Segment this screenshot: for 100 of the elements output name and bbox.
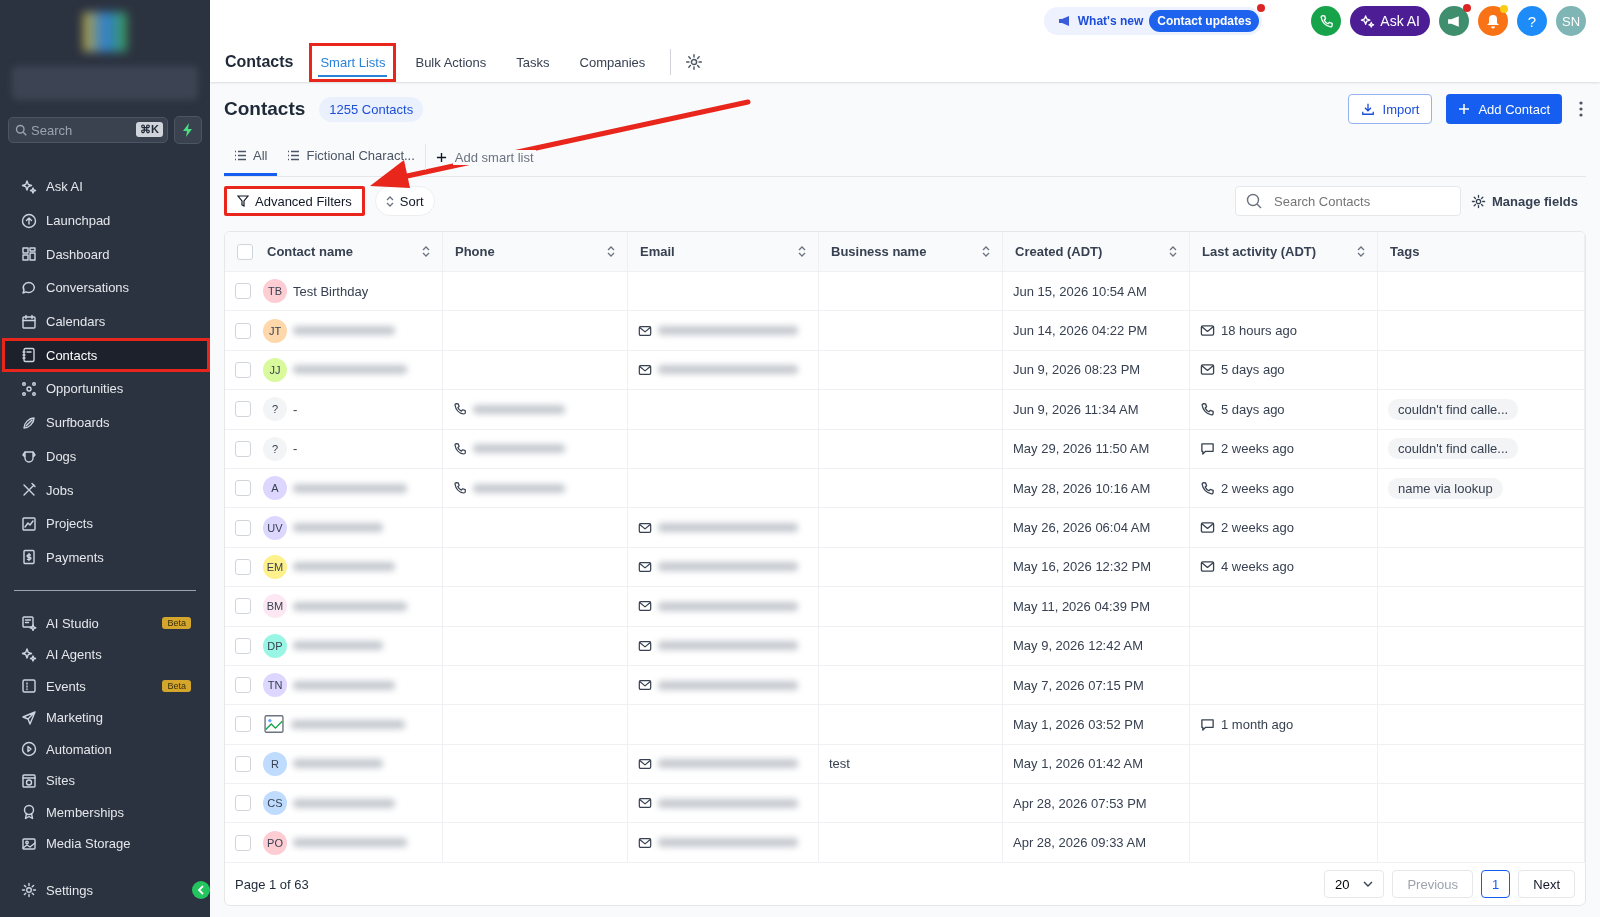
announcements-button[interactable] [1439, 6, 1469, 36]
notifications-button[interactable] [1478, 6, 1508, 36]
megaphone-icon [1446, 14, 1462, 28]
sort-icon[interactable] [422, 246, 430, 257]
row-checkbox[interactable] [235, 480, 251, 497]
blurred-logo [83, 12, 127, 52]
nav-tab[interactable]: Companies [568, 42, 657, 82]
search-contacts-field[interactable]: Search Contacts [1235, 186, 1462, 216]
sidebar-item[interactable]: Opportunities [2, 372, 210, 406]
import-button[interactable]: Import [1347, 94, 1433, 124]
sidebar-item[interactable]: Payments [2, 540, 210, 575]
chevron-left-icon [197, 885, 205, 896]
column-header[interactable]: Last activity (ADT) [1190, 232, 1378, 272]
add-contact-button[interactable]: Add Contact [1446, 94, 1562, 124]
row-checkbox[interactable] [235, 283, 251, 300]
column-header[interactable]: Created (ADT) [1003, 232, 1190, 272]
tag: couldn't find calle... [1388, 438, 1519, 460]
last-activity: 2 weeks ago [1221, 480, 1294, 496]
column-header[interactable]: Email [628, 232, 819, 272]
whats-new-label: What's new [1077, 14, 1144, 28]
sidebar-item[interactable]: AI Agents [2, 638, 210, 671]
row-checkbox[interactable] [235, 519, 251, 536]
row-checkbox[interactable] [235, 677, 251, 694]
sort-icon[interactable] [1169, 246, 1177, 257]
sidebar-item[interactable]: Conversations [2, 271, 210, 305]
add-smart-list-button[interactable]: Add smart list [424, 144, 546, 170]
sort-icon[interactable] [385, 195, 394, 207]
sidebar-item[interactable]: Launchpad [2, 203, 210, 238]
sidebar-item[interactable]: Dashboard [2, 237, 210, 272]
sort-icon[interactable] [607, 246, 615, 257]
row-checkbox[interactable] [235, 322, 251, 339]
column-header[interactable]: Phone [443, 232, 628, 272]
last-activity: 4 weeks ago [1221, 559, 1294, 575]
row-checkbox[interactable] [235, 795, 251, 812]
created-date: May 9, 2026 12:42 AM [1013, 638, 1144, 654]
whats-new-banner[interactable]: What's new Contact updates [1043, 7, 1263, 35]
nav-tab[interactable]: Bulk Actions [404, 42, 498, 82]
advanced-filters-button[interactable]: Advanced Filters [224, 186, 365, 216]
sidebar-item[interactable]: Events Beta [2, 670, 210, 702]
contact-name[interactable]: - [293, 401, 298, 417]
row-checkbox[interactable] [235, 440, 251, 457]
next-button[interactable]: Next [1518, 870, 1575, 898]
sidebar-item[interactable]: Projects [2, 506, 210, 541]
contact-name[interactable]: Test Birthday [293, 283, 369, 299]
last-activity: 2 weeks ago [1221, 520, 1294, 536]
phone-button[interactable] [1311, 6, 1342, 36]
sidebar-item[interactable]: Ask AI [2, 170, 210, 204]
select-all-checkbox[interactable] [237, 243, 253, 260]
collapse-button[interactable] [192, 881, 210, 900]
column-header[interactable]: Contact name [225, 232, 443, 272]
mail-icon [638, 362, 652, 377]
smart-list-tab[interactable]: Fictional Charact... [277, 138, 425, 176]
search-icon [15, 124, 27, 136]
settings-item[interactable]: Settings [2, 873, 192, 907]
row-checkbox[interactable] [235, 558, 251, 575]
sidebar-item[interactable]: Contacts [2, 338, 210, 373]
row-checkbox[interactable] [235, 598, 251, 615]
row-checkbox[interactable] [235, 637, 251, 654]
row-checkbox[interactable] [235, 401, 251, 418]
column-header[interactable]: Tags [1378, 232, 1585, 272]
settings-button[interactable] [685, 53, 704, 71]
smart-list-tab[interactable]: All [224, 138, 278, 176]
page-button[interactable]: 1 [1481, 870, 1511, 898]
row-checkbox[interactable] [235, 755, 251, 772]
column-label: Created (ADT) [1015, 244, 1104, 259]
contact-name[interactable]: - [293, 441, 298, 457]
sort-icon[interactable] [1357, 246, 1365, 257]
manage-fields-button[interactable]: Manage fields [1471, 193, 1586, 209]
notification-dot [1500, 5, 1508, 13]
sidebar-item[interactable]: Memberships [2, 796, 210, 828]
column-header[interactable]: Business name [819, 232, 1003, 272]
sidebar-item[interactable]: AI Studio Beta [2, 607, 210, 639]
address-book-icon [21, 347, 37, 364]
sidebar-item[interactable]: Dogs [2, 439, 210, 474]
row-checkbox[interactable] [235, 834, 251, 851]
row-checkbox[interactable] [235, 716, 251, 733]
ask-ai-button[interactable]: Ask AI [1350, 6, 1430, 36]
row-checkbox[interactable] [235, 361, 251, 378]
sidebar-item[interactable]: Surfboards [2, 405, 210, 440]
nav-tab[interactable]: Tasks [505, 42, 561, 82]
contact-updates-button[interactable]: Contact updates [1149, 10, 1260, 32]
created-date: Jun 15, 2026 10:54 AM [1013, 283, 1147, 299]
quick-action-button[interactable] [174, 116, 202, 144]
sidebar-item[interactable]: Sites [2, 764, 210, 797]
sidebar-item[interactable]: Media Storage [2, 827, 210, 860]
sidebar-item[interactable]: Jobs [2, 473, 210, 507]
sidebar-item[interactable]: Calendars [2, 304, 210, 339]
page-size-select[interactable]: 20 [1324, 870, 1385, 898]
message-icon [1200, 717, 1215, 732]
nav-tab[interactable]: Smart Lists [309, 42, 397, 82]
sidebar-item[interactable]: Automation [2, 733, 210, 765]
created-date: May 29, 2026 11:50 AM [1013, 441, 1150, 457]
lightning-icon [182, 123, 194, 137]
sort-icon[interactable] [798, 246, 806, 257]
last-activity: 18 hours ago [1221, 323, 1297, 339]
avatar: ? [263, 436, 287, 461]
sort-icon[interactable] [982, 246, 990, 257]
sidebar-item[interactable]: Marketing [2, 701, 210, 734]
sort-button[interactable]: Sort [374, 186, 435, 216]
business-name: test [829, 756, 850, 772]
